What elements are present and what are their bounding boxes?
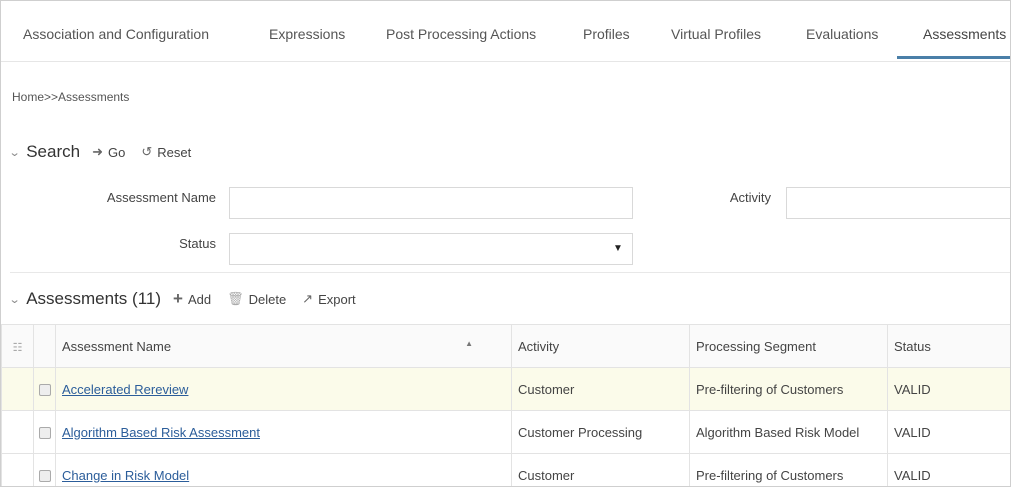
tab-profiles[interactable]: Profiles <box>583 1 630 61</box>
activity-input[interactable] <box>786 187 1010 219</box>
search-title: Search <box>26 142 81 161</box>
row-checkbox[interactable] <box>38 384 51 397</box>
activity-cell: Customer <box>511 453 690 486</box>
section-divider <box>10 272 1010 273</box>
assessment-name-link[interactable]: Algorithm Based Risk Assessment <box>62 425 260 440</box>
chevron-down-icon[interactable]: ⌄ <box>9 146 21 159</box>
export-icon: ↗ <box>302 291 314 306</box>
table-header-row: ☷ Assessment Name ▲ Activity Processing S… <box>1 324 1010 368</box>
app-frame: Association and Configuration Expression… <box>0 0 1011 487</box>
segment-cell: Pre-filtering of Customers <box>689 367 888 411</box>
row-checkbox[interactable] <box>38 427 51 440</box>
status-select[interactable] <box>229 233 633 265</box>
active-tab-indicator <box>897 56 1010 59</box>
arrow-right-icon: ➜ <box>92 144 103 159</box>
tab-bar: Association and Configuration Expression… <box>1 1 1010 62</box>
activity-cell: Customer <box>511 367 690 411</box>
delete-button[interactable]: 🗑 Delete <box>227 291 286 307</box>
assessments-section-header: ⌄ Assessments (11) + Add 🗑 Delete ↗ Expo… <box>9 287 372 311</box>
tab-association-and-configuration[interactable]: Association and Configuration <box>23 1 209 61</box>
chevron-down-icon[interactable]: ⌄ <box>9 293 21 306</box>
status-cell: VALID <box>887 367 1010 411</box>
add-label: Add <box>187 291 212 307</box>
select-all-cell <box>33 324 56 368</box>
breadcrumb[interactable]: Home>>Assessments <box>12 90 129 104</box>
tab-expressions[interactable]: Expressions <box>269 1 345 61</box>
assessments-title: Assessments (11) <box>26 289 161 308</box>
export-label: Export <box>318 291 356 307</box>
plus-icon: + <box>173 289 183 308</box>
column-header-activity[interactable]: Activity <box>511 324 690 368</box>
search-section-header: ⌄ Search ➜ Go ↺ Reset <box>9 140 207 164</box>
column-settings-icon[interactable]: ☷ <box>13 342 23 354</box>
column-header-status[interactable]: Status <box>887 324 1010 368</box>
segment-cell: Algorithm Based Risk Model <box>689 410 888 454</box>
reset-label: Reset <box>157 144 192 160</box>
reset-icon: ↺ <box>141 144 153 159</box>
tab-assessments[interactable]: Assessments <box>923 1 1006 61</box>
assessment-name-label: Assessment Name <box>106 190 216 205</box>
tab-post-processing-actions[interactable]: Post Processing Actions <box>386 1 536 61</box>
status-cell: VALID <box>887 410 1010 454</box>
status-label: Status <box>179 236 216 251</box>
row-checkbox[interactable] <box>38 470 51 483</box>
table-row[interactable]: Algorithm Based Risk Assessment Customer… <box>1 410 1010 454</box>
delete-label: Delete <box>248 291 287 307</box>
sort-asc-icon[interactable]: ▲ <box>465 339 473 348</box>
tab-virtual-profiles[interactable]: Virtual Profiles <box>671 1 761 61</box>
assessments-table: ☷ Assessment Name ▲ Activity Processing S… <box>1 324 1010 486</box>
column-settings-cell[interactable]: ☷ <box>1 324 34 368</box>
status-cell: VALID <box>887 453 1010 486</box>
go-button[interactable]: ➜ Go <box>92 144 125 160</box>
reset-button[interactable]: ↺ Reset <box>141 144 191 160</box>
assessment-name-input[interactable] <box>229 187 633 219</box>
activity-cell: Customer Processing <box>511 410 690 454</box>
activity-label: Activity <box>729 190 771 205</box>
table-row[interactable]: Change in Risk Model Customer Pre-filter… <box>1 453 1010 486</box>
go-label: Go <box>108 144 126 160</box>
column-header-assessment-name[interactable]: Assessment Name ▲ <box>55 324 512 368</box>
assessment-name-link[interactable]: Change in Risk Model <box>62 468 189 483</box>
add-button[interactable]: + Add <box>173 289 211 309</box>
table-row[interactable]: Accelerated Rereview Customer Pre-filter… <box>1 367 1010 411</box>
segment-cell: Pre-filtering of Customers <box>689 453 888 486</box>
trash-icon: 🗑 <box>227 291 244 306</box>
tab-evaluations[interactable]: Evaluations <box>806 1 878 61</box>
assessment-name-link[interactable]: Accelerated Rereview <box>62 382 188 397</box>
export-button[interactable]: ↗ Export <box>302 291 355 307</box>
column-header-processing-segment[interactable]: Processing Segment <box>689 324 888 368</box>
